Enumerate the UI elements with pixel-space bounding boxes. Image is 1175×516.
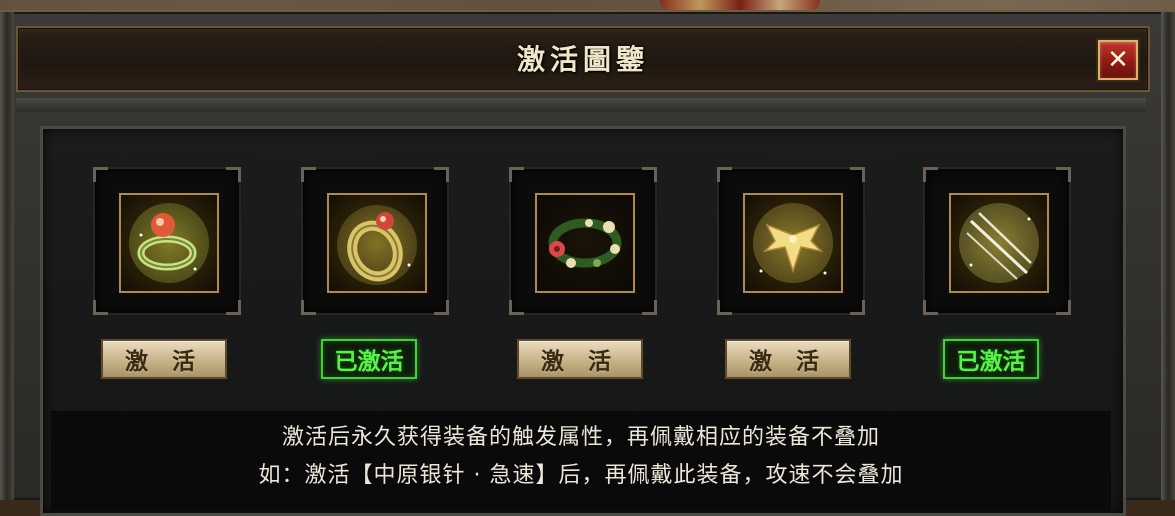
jeweled-ring-icon[interactable] — [119, 193, 219, 293]
item-card-3: 激 活 — [509, 167, 659, 407]
item-slot-frame — [717, 167, 865, 315]
item-slot-frame — [509, 167, 657, 315]
gold-ring-icon[interactable] — [327, 193, 427, 293]
window-frame-left — [0, 12, 14, 500]
codex-content-panel: 激 活 已激活 激 活 激 活 已激活 激活后永久获得装备的触发属性，再佩戴相应… — [40, 126, 1126, 516]
item-card-5: 已激活 — [923, 167, 1073, 407]
item-slot-frame — [301, 167, 449, 315]
title-bar: 激活圖鑒 — [16, 26, 1150, 92]
info-line-1: 激活后永久获得装备的触发属性，再佩戴相应的装备不叠加 — [281, 425, 880, 450]
activate-button[interactable]: 激 活 — [101, 339, 227, 379]
golden-wings-icon[interactable] — [743, 193, 843, 293]
item-card-2: 已激活 — [301, 167, 451, 407]
activate-button[interactable]: 激 活 — [517, 339, 643, 379]
info-line-2: 如：激活【中原银针 · 急速】后，再佩戴此装备，攻速不会叠加 — [258, 463, 904, 488]
window-frame-right — [1161, 12, 1175, 500]
flower-wreath-icon[interactable] — [535, 193, 635, 293]
silver-needles-icon[interactable] — [949, 193, 1049, 293]
activate-button[interactable]: 激 活 — [725, 339, 851, 379]
close-icon: ✕ — [1107, 45, 1129, 75]
item-card-row: 激 活 已激活 激 活 激 活 已激活 — [43, 129, 1123, 389]
activation-codex-window: 激活圖鑒 ✕ 激 活 已激活 激 活 激 活 已激活 激活后永久获得装备的触发属… — [0, 10, 1175, 516]
window-title: 激活圖鑒 — [516, 43, 649, 76]
activated-status-button[interactable]: 已激活 — [321, 339, 417, 379]
divider-band — [16, 98, 1146, 112]
item-card-4: 激 活 — [717, 167, 867, 407]
activated-status-button[interactable]: 已激活 — [943, 339, 1039, 379]
item-slot-frame — [93, 167, 241, 315]
item-slot-frame — [923, 167, 1071, 315]
close-button[interactable]: ✕ — [1098, 40, 1138, 80]
item-card-1: 激 活 — [93, 167, 243, 407]
info-text-box: 激活后永久获得装备的触发属性，再佩戴相应的装备不叠加 如：激活【中原银针 · 急… — [51, 411, 1111, 511]
